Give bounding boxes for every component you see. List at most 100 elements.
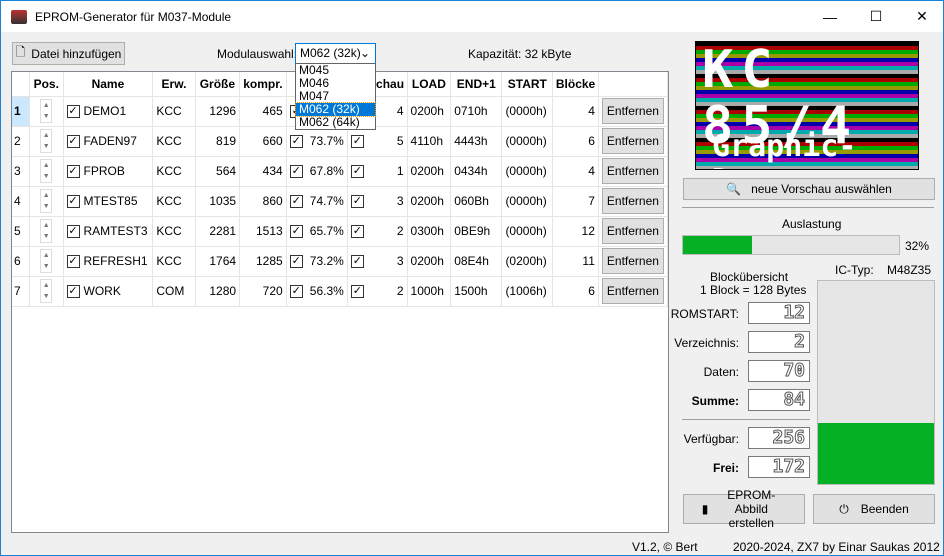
col-pos[interactable]: Pos. xyxy=(29,72,64,97)
include-checkbox[interactable]: ✓ xyxy=(66,225,80,239)
preview-checkbox[interactable]: ✓ xyxy=(350,195,364,208)
main-window: EPROM-Generator für M037-Module — ☐ ✕ 🗋 … xyxy=(0,0,944,556)
module-dropdown: M045 M046 M047 M062 (32k) M062 (64k) xyxy=(295,63,376,130)
preview-checkbox[interactable]: ✓ xyxy=(350,225,364,238)
table-row[interactable]: 2 ▲ ▼ ✓ FADEN97 KCC 819 660 ✓ 73.7% ✓ 5 4110… xyxy=(12,126,669,157)
select-preview-button[interactable]: 🔍 neue Vorschau auswählen xyxy=(683,178,935,200)
remove-button[interactable]: Entfernen xyxy=(601,218,664,244)
remove-button[interactable]: Entfernen xyxy=(601,128,664,154)
compress-checkbox[interactable]: ✓ xyxy=(289,285,303,298)
divider xyxy=(682,207,934,208)
col-load[interactable]: LOAD xyxy=(407,72,452,97)
include-checkbox[interactable]: ✓ xyxy=(66,165,80,179)
position-spinner[interactable]: ▲ ▼ xyxy=(40,129,53,153)
col-actions xyxy=(598,72,669,97)
row-number[interactable]: 2 xyxy=(12,126,30,157)
remove-button[interactable]: Entfernen xyxy=(601,248,664,274)
preview-checkbox[interactable]: ✓ xyxy=(350,285,364,298)
start-address: (0000h) xyxy=(501,216,554,247)
title-bar: EPROM-Generator für M037-Module — ☐ ✕ xyxy=(1,1,943,32)
close-button[interactable]: ✕ xyxy=(899,1,944,32)
file-size: 564 xyxy=(195,156,241,187)
load-address: 4110h xyxy=(407,126,452,157)
preview-text-2: Graphic-Demo xyxy=(712,129,857,170)
block-count: 6 xyxy=(552,276,599,307)
table-row[interactable]: 6 ▲ ▼ ✓ REFRESH1 KCC 1764 1285 ✓ 73.2% ✓ 3 0… xyxy=(12,246,669,277)
load-address: 0300h xyxy=(407,216,452,247)
free-blocks-bar xyxy=(817,280,935,485)
compress-checkbox[interactable]: ✓ xyxy=(289,195,303,208)
start-address: (0000h) xyxy=(501,186,554,217)
position-spinner[interactable]: ▲ ▼ xyxy=(40,159,53,183)
compress-checkbox[interactable]: ✓ xyxy=(289,135,303,148)
table-row[interactable]: 4 ▲ ▼ ✓ MTEST85 KCC 1035 860 ✓ 74.7% ✓ 3 020… xyxy=(12,186,669,217)
start-address: (0000h) xyxy=(501,96,554,127)
available-label: Verfügbar: xyxy=(683,432,739,446)
create-eprom-button[interactable]: ▮ EPROM-Abbild erstellen xyxy=(683,488,805,530)
capacity-label: Kapazität: 32 kByte xyxy=(468,47,572,61)
col-name[interactable]: Name xyxy=(63,72,154,97)
row-number[interactable]: 1 xyxy=(12,96,30,127)
preview-index: 2 xyxy=(396,224,404,238)
module-option[interactable]: M062 (64k) xyxy=(296,116,375,129)
end-address: 1500h xyxy=(450,276,503,307)
position-spinner[interactable]: ▲ ▼ xyxy=(40,219,53,243)
preview-checkbox[interactable]: ✓ xyxy=(350,165,364,178)
position-spinner[interactable]: ▲ ▼ xyxy=(40,279,53,303)
quit-button[interactable]: ⏻ Beenden xyxy=(813,494,935,524)
preview-checkbox[interactable]: ✓ xyxy=(350,255,364,268)
row-number[interactable]: 5 xyxy=(12,216,30,247)
directory-value: 2 xyxy=(748,331,810,353)
include-checkbox[interactable]: ✓ xyxy=(66,135,80,149)
sum-value: 84 xyxy=(748,389,810,411)
remove-button[interactable]: Entfernen xyxy=(601,278,664,304)
remove-button[interactable]: Entfernen xyxy=(601,158,664,184)
module-select[interactable]: M062 (32k) ⌄ xyxy=(295,43,376,64)
add-file-label: Datei hinzufügen xyxy=(31,46,122,61)
file-name: RAMTEST3 xyxy=(83,223,148,238)
minimize-button[interactable]: — xyxy=(807,1,853,32)
position-spinner[interactable]: ▲ ▼ xyxy=(40,99,53,123)
table-row[interactable]: 3 ▲ ▼ ✓ FPROB KCC 564 434 ✓ 67.8% ✓ 1 0200h … xyxy=(12,156,669,187)
compression-ratio: 73.2% xyxy=(309,254,344,268)
add-file-button[interactable]: 🗋 Datei hinzufügen xyxy=(12,42,125,65)
col-end[interactable]: END+1 xyxy=(450,72,503,97)
include-checkbox[interactable]: ✓ xyxy=(66,105,80,119)
col-blocks[interactable]: Blöcke xyxy=(552,72,599,97)
chip-icon: ▮ xyxy=(701,502,709,516)
table-row[interactable]: 5 ▲ ▼ ✓ RAMTEST3 KCC 2281 1513 ✓ 65.7% ✓ 2 0… xyxy=(12,216,669,247)
compress-checkbox[interactable]: ✓ xyxy=(289,165,303,178)
include-checkbox[interactable]: ✓ xyxy=(66,255,80,269)
create-eprom-label: EPROM-Abbild erstellen xyxy=(727,488,776,530)
position-spinner[interactable]: ▲ ▼ xyxy=(40,189,53,213)
col-size[interactable]: Größe xyxy=(195,72,241,97)
col-ext[interactable]: Erw. xyxy=(152,72,196,97)
row-number[interactable]: 4 xyxy=(12,186,30,217)
sum-label: Summe: xyxy=(691,394,739,408)
include-checkbox[interactable]: ✓ xyxy=(66,285,80,299)
row-number[interactable]: 3 xyxy=(12,156,30,187)
load-address: 0200h xyxy=(407,246,452,277)
compress-checkbox[interactable]: ✓ xyxy=(289,255,303,268)
usage-label: Auslastung xyxy=(782,217,842,231)
usage-percent: 32% xyxy=(905,239,930,253)
file-ext: KCC xyxy=(152,246,196,277)
position-spinner[interactable]: ▲ ▼ xyxy=(40,249,53,273)
remove-button[interactable]: Entfernen xyxy=(601,98,664,124)
file-name: FADEN97 xyxy=(83,133,137,148)
col-start[interactable]: START xyxy=(501,72,554,97)
row-number[interactable]: 7 xyxy=(12,276,30,307)
romstart-value: 12 xyxy=(748,302,810,324)
start-address: (0000h) xyxy=(501,156,554,187)
table-row[interactable]: 7 ▲ ▼ ✓ WORK COM 1280 720 ✓ 56.3% ✓ 2 1000h … xyxy=(12,276,669,307)
search-file-icon: 🔍 xyxy=(726,182,742,196)
row-number[interactable]: 6 xyxy=(12,246,30,277)
maximize-button[interactable]: ☐ xyxy=(853,1,899,32)
file-ext: KCC xyxy=(152,186,196,217)
col-compressed[interactable]: kompr. xyxy=(239,72,287,97)
module-select-value: M062 (32k) xyxy=(300,46,361,60)
include-checkbox[interactable]: ✓ xyxy=(66,195,80,209)
preview-checkbox[interactable]: ✓ xyxy=(350,135,364,148)
compress-checkbox[interactable]: ✓ xyxy=(289,225,303,238)
remove-button[interactable]: Entfernen xyxy=(601,188,664,214)
